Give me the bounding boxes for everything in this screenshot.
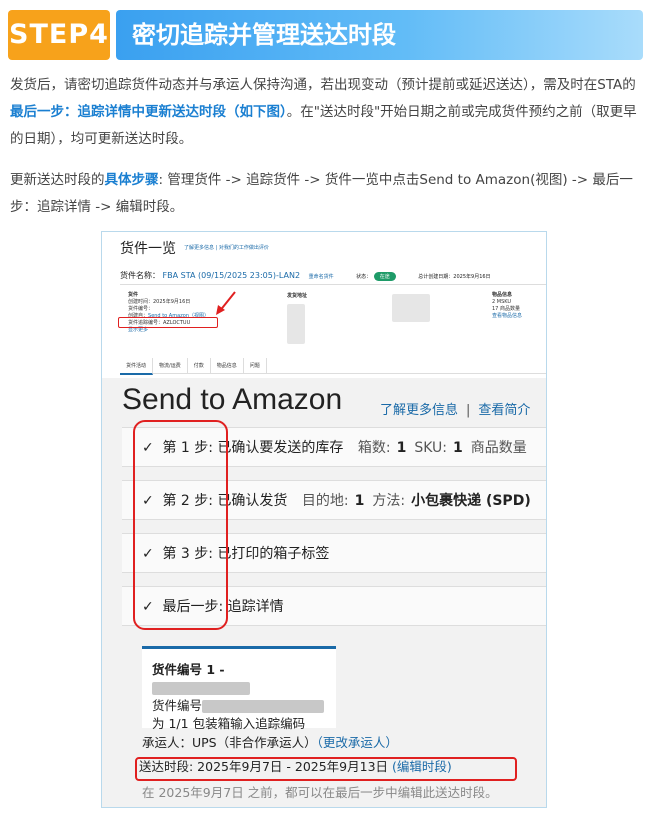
shipment-name-label: 货件名称： [120,271,160,280]
col1-created: 创建时间：2025年9月16日 [128,299,191,305]
link-separator: | [466,403,471,418]
shipment-tabs: 货件活动 物流/运费 付款 物品信息 问题 [120,358,546,375]
screenshot-panel: 货件一览 了解更多信息 | 对我们的工作做出评价 货件名称： FBA STA (… [101,231,547,808]
tracking-card: 货件编号 1 - 货件编号 为 1/1 包装箱输入追踪编码 [142,646,336,731]
step-desc: 已打印的箱子标签 [217,546,330,562]
para2-highlight: 具体步骤 [104,172,159,188]
para2-text-a: 更新送达时段的 [10,172,105,188]
tab-freight[interactable]: 物流/运费 [153,358,188,373]
card-shipment-label: 货件编号 [152,698,203,713]
redacted-block [392,294,430,322]
view-items-link[interactable]: 查看物品信息 [492,313,522,320]
col2-heading: 发货地址 [287,293,308,299]
step-title: 密切追踪并管理送达时段 [116,10,643,60]
highlight-box-small [118,317,218,328]
tab-items[interactable]: 物品信息 [211,358,244,373]
shipment-name-row: 货件名称： FBA STA (09/15/2025 23:05)-LAN2 重命… [120,270,491,281]
shipment-name-value: FBA STA (09/15/2025 23:05)-LAN2 [162,271,301,280]
col3-units: 17 商品数量 [492,306,520,312]
para1-text-a: 发货后，请密切追踪货件动态并与承运人保持沟通，若出现变动（预计提前或延迟送达），… [10,77,636,93]
sta-title: Send to Amazon [122,383,343,416]
status-badge: 在途 [373,272,396,281]
redacted-block [202,700,325,713]
window-note: 在 2025年9月7日 之前，都可以在最后一步中编辑此送达时段。 [142,785,498,800]
tab-activity[interactable]: 货件活动 [120,358,154,375]
col1-heading: 货件 [128,292,139,298]
step-desc: 已确认要发送的库存 [217,440,344,456]
rename-link[interactable]: 重命名货件 [309,274,334,280]
overview-link[interactable]: 查看简介 [478,403,530,418]
carrier-row: 承运人：UPS（非合作承运人）（更改承运人） [142,732,398,751]
highlight-box-steps [133,420,228,630]
paragraph-intro: 发货后，请密切追踪货件动态并与承运人保持沟通，若出现变动（预计提前或延迟送达），… [10,72,638,153]
status-label: 状态： [356,274,372,280]
paragraph-steps: 更新送达时段的具体步骤: 管理货件 -> 追踪货件 -> 货件一览中点击Send… [10,167,638,221]
para1-highlight: 最后一步：追踪详情中更新送达时段（如下图） [10,104,287,120]
step-desc: 追踪详情 [227,599,284,615]
highlight-box-window [135,757,517,781]
step-badge: STEP4 [8,10,110,60]
overview-title: 货件一览 [120,241,176,257]
shipment-overview: 货件一览 了解更多信息 | 对我们的工作做出评价 货件名称： FBA STA (… [102,232,546,378]
redacted-block [287,304,305,344]
sta-links: 了解更多信息 | 查看简介 [380,399,530,418]
step-meta: 箱数: 1 SKU: 1 商品数量 [357,440,527,456]
tab-issues[interactable]: 问题 [244,358,267,373]
carrier-label: 承运人：UPS（非合作承运人） [142,735,317,750]
redacted-block [152,682,250,695]
change-carrier-link[interactable]: （更改承运人） [317,735,398,750]
learn-more-link[interactable]: 了解更多信息 [380,403,458,418]
item-info-column: 物品信息 2 MSKU 17 商品数量 查看物品信息 [492,292,522,320]
ship-from-column: 发货地址 [287,292,307,299]
col1-shipment-id: 货件编号： [128,306,154,312]
step-header: STEP4 密切追踪并管理送达时段 [0,10,649,62]
show-more-link[interactable]: 显示更多 [128,327,278,334]
card-shipment-id: 货件编号 1 - [152,662,225,677]
red-arrow-icon [216,291,236,315]
col3-heading: 物品信息 [492,292,513,298]
tab-payment[interactable]: 付款 [188,358,211,373]
card-tracking-prompt: 为 1/1 包装箱输入追踪编码 [152,716,306,731]
step-meta: 目的地: 1 方法: 小包裹快递 (SPD) [301,493,531,509]
overview-links[interactable]: 了解更多信息 | 对我们的工作做出评价 [184,244,269,251]
created-date: 总计创建日期：2025年9月16日 [418,274,491,280]
col3-msku: 2 MSKU [492,299,512,305]
divider [120,284,546,285]
